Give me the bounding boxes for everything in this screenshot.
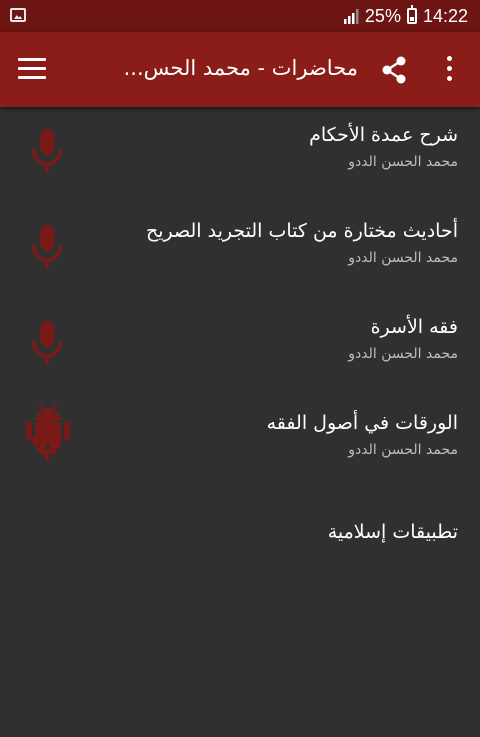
list-item[interactable]: أحاديث مختارة من كتاب التجريد الصريح محم… (0, 203, 480, 299)
android-icon (26, 401, 70, 455)
microphone-icon (32, 225, 62, 269)
item-title: شرح عمدة الأحكام (309, 124, 458, 146)
microphone-icon (32, 129, 62, 173)
item-title: أحاديث مختارة من كتاب التجريد الصريح (146, 220, 458, 242)
microphone-icon (32, 321, 62, 365)
clock: 14:22 (422, 5, 468, 26)
overflow-menu-icon[interactable] (438, 54, 462, 84)
list-item[interactable]: الورقات في أصول الفقه محمد الحسن الددو (0, 395, 480, 491)
item-author: محمد الحسن الددو (348, 250, 458, 266)
lectures-list: شرح عمدة الأحكام محمد الحسن الددو أحاديث… (0, 107, 480, 491)
item-title: فقه الأسرة (370, 316, 458, 338)
more-apps-title: تطبيقات إسلامية (327, 521, 458, 543)
signal-icon (343, 9, 359, 24)
share-icon[interactable] (378, 54, 410, 86)
app-bar: محاضرات - محمد الحس... (0, 32, 480, 107)
item-author: محمد الحسن الددو (348, 442, 458, 458)
status-bar: 25% 14:22 (0, 0, 480, 32)
battery-icon (406, 5, 417, 24)
item-author: محمد الحسن الددو (348, 346, 458, 362)
app-title: محاضرات - محمد الحس... (123, 56, 358, 80)
battery-percent: 25% (364, 5, 401, 26)
list-item[interactable]: فقه الأسرة محمد الحسن الددو (0, 299, 480, 395)
list-item[interactable]: شرح عمدة الأحكام محمد الحسن الددو (0, 107, 480, 203)
hamburger-menu-icon[interactable] (18, 56, 46, 82)
more-apps-item[interactable]: تطبيقات إسلامية (0, 0, 480, 543)
item-author: محمد الحسن الددو (348, 154, 458, 170)
item-title: الورقات في أصول الفقه (266, 412, 458, 434)
status-indicators: 25% 14:22 (343, 4, 468, 28)
gallery-notification-icon (10, 8, 26, 22)
